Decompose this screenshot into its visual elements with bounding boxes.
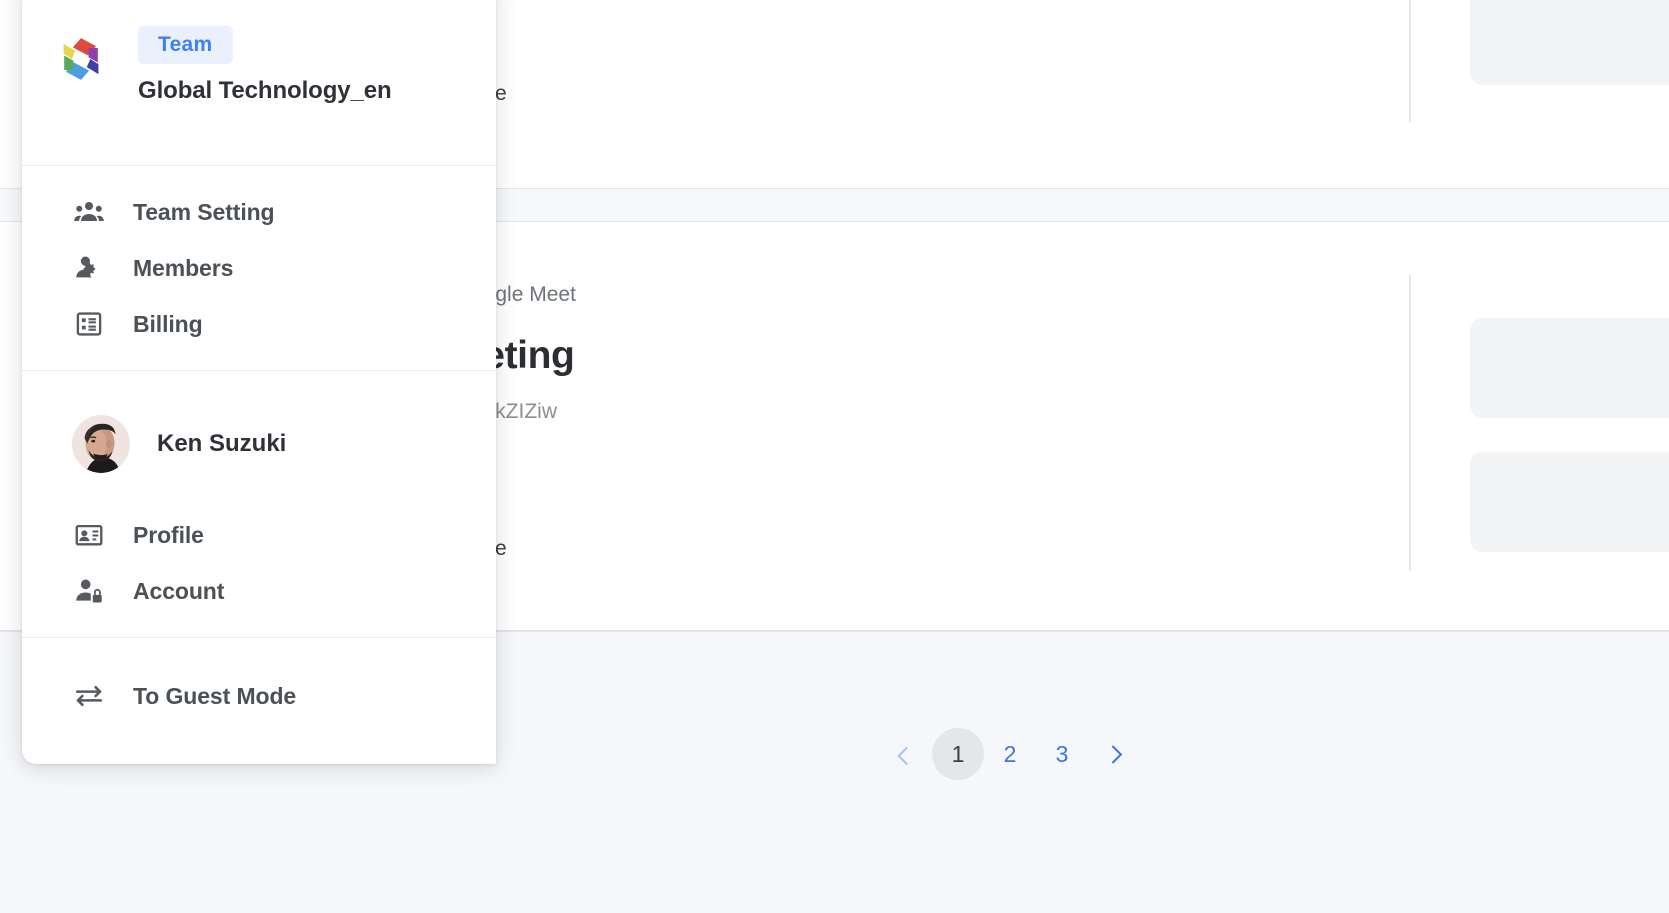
avatar xyxy=(72,415,130,473)
background-thumbnail-placeholder xyxy=(1470,0,1669,85)
team-menu-list: Team Setting Members Billing xyxy=(22,166,496,370)
guest-mode-list: To Guest Mode xyxy=(22,638,496,764)
user-menu-section: Ken Suzuki Profile Account xyxy=(22,371,496,638)
background-column-divider-middle xyxy=(1409,275,1411,571)
menu-item-account[interactable]: Account xyxy=(22,563,496,619)
menu-item-profile[interactable]: Profile xyxy=(22,507,496,563)
chevron-left-icon xyxy=(896,746,916,765)
app-screen: e oogle Meet eeting RkZIZiw e 1 2 3 Team… xyxy=(0,0,1669,913)
pagination-page-3[interactable]: 3 xyxy=(1036,728,1088,780)
team-name: Global Technology_en xyxy=(138,77,392,104)
user-name: Ken Suzuki xyxy=(157,430,287,457)
background-column-divider-top xyxy=(1409,0,1411,122)
background-text-fragment-bottom: e xyxy=(495,537,507,560)
menu-item-label: Billing xyxy=(133,310,203,337)
person-lock-icon xyxy=(72,576,106,606)
menu-item-label: Profile xyxy=(133,521,204,548)
background-thumbnail-placeholder xyxy=(1470,318,1669,418)
contact-card-icon xyxy=(72,520,106,550)
people-group-icon xyxy=(72,197,106,227)
receipt-list-icon xyxy=(72,309,106,339)
menu-item-billing[interactable]: Billing xyxy=(22,296,496,352)
user-profile-header[interactable]: Ken Suzuki xyxy=(22,371,496,489)
pagination-page-2[interactable]: 2 xyxy=(984,728,1036,780)
team-meta: Team Global Technology_en xyxy=(138,26,392,105)
menu-item-to-guest-mode[interactable]: To Guest Mode xyxy=(22,668,496,724)
pagination: 1 2 3 xyxy=(880,728,1140,780)
team-header-section: Team Global Technology_en xyxy=(22,0,496,166)
person-gear-icon xyxy=(72,253,106,283)
guest-mode-section: To Guest Mode xyxy=(22,638,496,764)
pagination-prev-button[interactable] xyxy=(880,728,932,780)
background-text-fragment-top: e xyxy=(495,82,507,105)
menu-item-members[interactable]: Members xyxy=(22,240,496,296)
menu-item-team-setting[interactable]: Team Setting xyxy=(22,184,496,240)
menu-item-label: To Guest Mode xyxy=(133,682,297,709)
team-header[interactable]: Team Global Technology_en xyxy=(22,0,496,165)
pagination-next-button[interactable] xyxy=(1088,728,1140,780)
chevron-right-icon xyxy=(1103,744,1122,764)
menu-item-label: Account xyxy=(133,577,225,604)
pagination-page-1[interactable]: 1 xyxy=(932,728,984,780)
hexagon-pinwheel-logo-icon xyxy=(52,30,110,88)
menu-item-label: Team Setting xyxy=(133,198,275,225)
user-menu-list: Profile Account xyxy=(22,489,496,637)
account-dropdown-menu: Team Global Technology_en Team Setting M… xyxy=(22,0,496,764)
menu-item-label: Members xyxy=(133,254,234,281)
swap-horizontal-icon xyxy=(72,681,106,711)
team-badge: Team xyxy=(138,26,233,64)
background-thumbnail-placeholder xyxy=(1470,452,1669,552)
team-menu-section: Team Setting Members Billing xyxy=(22,166,496,371)
